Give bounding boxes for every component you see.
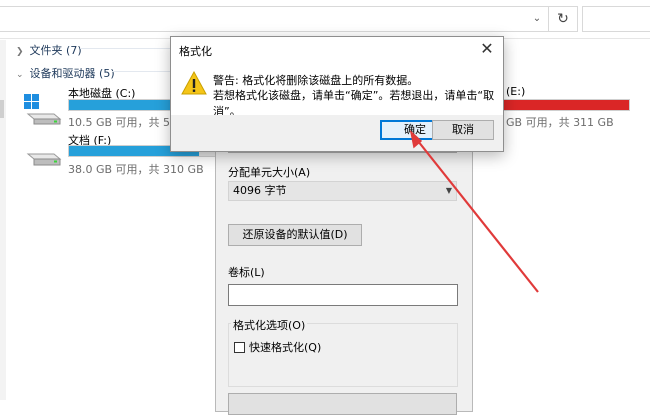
format-warning-dialog: 格式化 ✕ 警告: 格式化将删除该磁盘上的所有数据。 若想格式化该磁盘，请单击“… — [170, 36, 504, 152]
search-input[interactable] — [582, 6, 650, 32]
group-divider — [80, 48, 170, 49]
dialog-title: 格式化 — [179, 45, 212, 58]
close-icon[interactable]: ✕ — [477, 39, 497, 59]
alloc-unit-select[interactable]: 4096 字节 ▼ — [228, 181, 457, 201]
volume-label-label: 卷标(L) — [228, 266, 265, 279]
drive-e-info: GB 可用，共 311 GB — [506, 116, 614, 129]
address-bar[interactable]: ⌄ — [0, 6, 549, 32]
quick-format-label: 快速格式化(Q) — [249, 341, 322, 354]
quick-format-checkbox[interactable] — [234, 341, 245, 353]
chevron-down-icon: ▼ — [445, 186, 452, 195]
drive-e-usage-fill — [501, 100, 629, 110]
group-label: 文件夹 (7) — [29, 44, 82, 57]
dialog-footer: 确定 取消 — [171, 115, 503, 151]
format-options-label: 格式化选项(O) — [231, 317, 308, 333]
drive-c-icon — [24, 92, 64, 129]
format-dialog: 分配单元大小(A) 4096 字节 ▼ 还原设备的默认值(D) 卷标(L) 格式… — [215, 140, 473, 415]
volume-label-input[interactable] — [228, 284, 458, 306]
cancel-button[interactable]: 取消 — [432, 120, 494, 140]
group-header-drives[interactable]: ⌄ 设备和驱动器 (5) — [16, 65, 115, 81]
format-dialog-bottom-button[interactable] — [228, 393, 457, 415]
drive-f-info: 38.0 GB 可用，共 310 GB — [68, 163, 204, 176]
drive-f-icon — [24, 142, 64, 173]
restore-defaults-button[interactable]: 还原设备的默认值(D) — [228, 224, 362, 246]
group-header-folders[interactable]: ❯ 文件夹 (7) — [16, 42, 82, 58]
warning-icon — [181, 70, 207, 98]
quick-format-option[interactable]: 快速格式化(Q) — [234, 339, 321, 355]
alloc-unit-label: 分配单元大小(A) — [228, 166, 311, 179]
drive-e-usage-bar — [500, 99, 630, 111]
chevron-right-icon: ❯ — [16, 47, 24, 57]
explorer-toolbar: ⌄ ↻ — [0, 0, 650, 39]
drive-e-label[interactable]: (E:) — [506, 85, 525, 98]
scroll-thumb[interactable] — [0, 100, 4, 118]
group-label: 设备和驱动器 (5) — [29, 67, 115, 80]
refresh-icon[interactable]: ↻ — [548, 6, 578, 32]
group-divider — [112, 71, 170, 72]
warning-message-line1: 警告: 格式化将删除该磁盘上的所有数据。 — [213, 74, 419, 87]
chevron-down-icon[interactable]: ⌄ — [528, 11, 546, 27]
navigation-pane — [0, 40, 6, 400]
chevron-down-icon: ⌄ — [16, 70, 24, 80]
alloc-unit-value: 4096 字节 — [233, 184, 287, 197]
